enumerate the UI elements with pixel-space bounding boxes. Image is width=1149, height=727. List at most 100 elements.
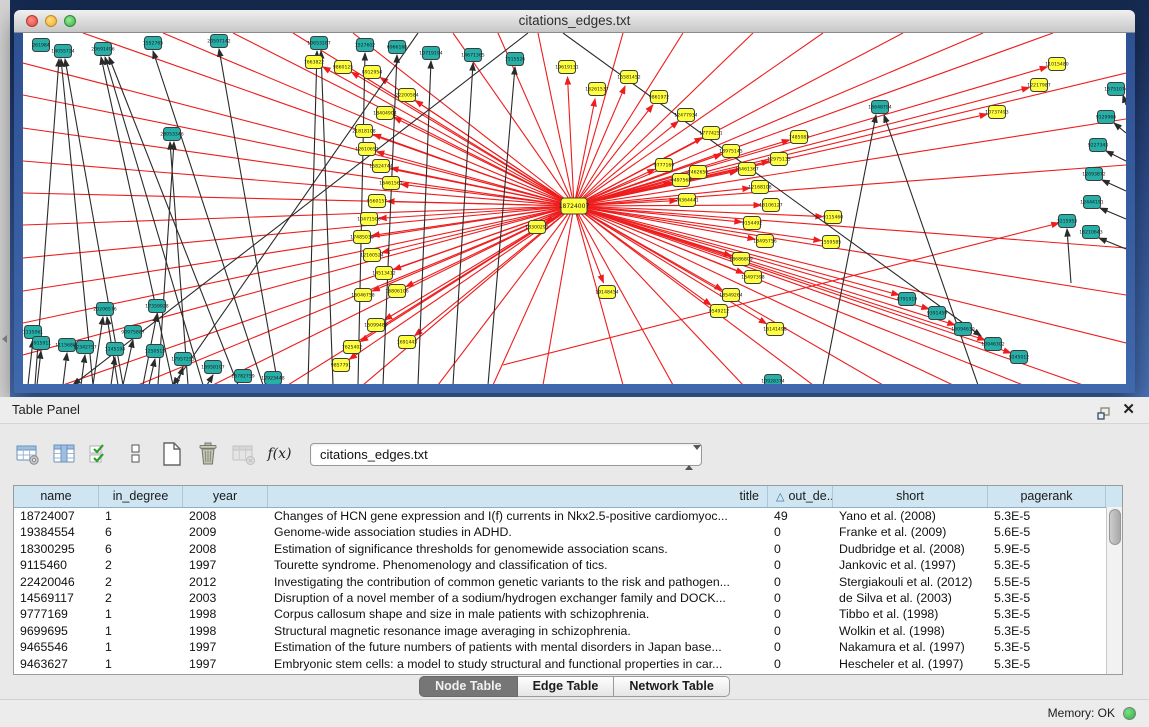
table-cell: 0 xyxy=(768,541,833,557)
graph-node-label: 3915911 xyxy=(31,341,52,347)
table-row[interactable]: 2242004622012Investigating the contribut… xyxy=(14,574,1122,590)
table-cell: Corpus callosum shape and size in male p… xyxy=(268,606,768,622)
citation-edge-black xyxy=(1102,180,1126,191)
graph-node-label: 9227343 xyxy=(1088,143,1109,149)
table-row[interactable]: 969969511998Structural magnetic resonanc… xyxy=(14,623,1122,639)
row-height-button[interactable] xyxy=(122,441,149,468)
table-row[interactable]: 1872400712008Changes of HCN gene express… xyxy=(14,508,1122,524)
table-row[interactable]: 911546021997Tourette syndrome. Phenomeno… xyxy=(14,557,1122,573)
zoom-traffic-light-icon[interactable] xyxy=(64,15,76,27)
graph-node-label: 17774251 xyxy=(699,131,722,137)
citation-edge-red xyxy=(574,206,1011,353)
table-panel-title: Table Panel xyxy=(12,402,80,417)
collapse-panel-arrow-icon[interactable] xyxy=(2,335,7,343)
table-select-dropdown[interactable]: citations_edges.txt xyxy=(310,443,702,466)
table-cell: 6 xyxy=(99,524,183,540)
table-header-row: name in_degree yeartitle△out_de...shortpag… xyxy=(14,486,1122,508)
graph-node-label: 15581452 xyxy=(617,75,640,81)
graph-node-label: 19148454 xyxy=(595,290,618,296)
create-column-button[interactable] xyxy=(158,441,185,468)
table-cell: 1 xyxy=(99,656,183,672)
graph-node-label: 12477934 xyxy=(674,113,697,119)
table-row[interactable]: 946554611997Estimation of the future num… xyxy=(14,639,1122,655)
network-graph-canvas[interactable]: 2619841405572420691406155276520597142106… xyxy=(23,33,1126,384)
table-row[interactable]: 1456911722003Disruption of a novel membe… xyxy=(14,590,1122,606)
network-window[interactable]: citations_edges.txt 26198414055724206914… xyxy=(14,10,1135,393)
graph-node-label: 17485038 xyxy=(350,235,373,241)
table-cell: 18300295 xyxy=(14,541,99,557)
show-columns-button[interactable] xyxy=(50,441,77,468)
column-header-pagerank[interactable]: pagerank xyxy=(988,486,1106,507)
table-mode-button[interactable] xyxy=(14,441,41,468)
table-body: 1872400712008Changes of HCN gene express… xyxy=(14,508,1122,672)
table-cell: 9465546 xyxy=(14,639,99,655)
table-row[interactable]: 977716911998Corpus callosum shape and si… xyxy=(14,606,1122,622)
table-scrollbar[interactable] xyxy=(1106,507,1122,674)
graph-node-label: 1527602 xyxy=(355,43,376,49)
column-header-title[interactable]: title xyxy=(268,486,768,507)
table-cell: 6 xyxy=(99,541,183,557)
graph-node-label: 10719194 xyxy=(419,51,442,57)
graph-node-label: 9549212 xyxy=(709,309,730,315)
table-cell: 1997 xyxy=(183,557,268,573)
float-window-icon[interactable] xyxy=(1097,403,1111,429)
graph-node-label: 9245012 xyxy=(1009,355,1030,361)
graph-node-label: 9391459 xyxy=(927,311,948,317)
tab-edge-table[interactable]: Edge Table xyxy=(518,676,615,697)
window-titlebar[interactable]: citations_edges.txt xyxy=(14,10,1135,33)
tab-network-table[interactable]: Network Table xyxy=(614,676,730,697)
table-cell: 1998 xyxy=(183,606,268,622)
graph-node-label: 12168108 xyxy=(748,185,771,191)
graph-node-label: 9497568 xyxy=(671,178,692,184)
graph-node-label: 20691406 xyxy=(91,47,114,53)
close-panel-icon[interactable]: ✕ xyxy=(1122,397,1135,423)
citation-edge-black xyxy=(1067,229,1071,283)
graph-node-label: 9115460 xyxy=(823,215,844,221)
function-builder-button[interactable]: f(x) xyxy=(266,441,293,468)
table-cell: 5.6E-5 xyxy=(988,524,1106,540)
table-cell: 5.5E-5 xyxy=(988,574,1106,590)
table-row[interactable]: 1830029562008Estimation of significance … xyxy=(14,541,1122,557)
citation-edge-red xyxy=(574,205,761,206)
delete-column-button[interactable] xyxy=(194,441,221,468)
table-row[interactable]: 946362711997Embryonic stem cells: a mode… xyxy=(14,656,1122,672)
scrollbar-thumb[interactable] xyxy=(1109,509,1121,545)
graph-node-label: 9560157 xyxy=(367,199,388,205)
graph-node-label: 12093872 xyxy=(1082,172,1105,178)
graph-node-label: 7485083 xyxy=(789,135,810,141)
table-cell: 49 xyxy=(768,508,833,524)
graph-node-label: 28053346 xyxy=(160,132,183,138)
column-header-short[interactable]: short xyxy=(833,486,988,507)
citation-edge-black xyxy=(111,357,115,384)
graph-node-label: 7625402 xyxy=(342,345,363,351)
graph-node-label: 12160524 xyxy=(360,253,383,259)
close-traffic-light-icon[interactable] xyxy=(26,15,38,27)
table-cell: de Silva et al. (2003) xyxy=(833,590,988,606)
graph-node-label: 21818108 xyxy=(352,129,375,135)
graph-node-label: 17359928 xyxy=(145,304,168,310)
column-header-label: in_degree xyxy=(113,489,169,503)
table-row[interactable]: 1938455462009Genome-wide association stu… xyxy=(14,524,1122,540)
citation-edge-red xyxy=(574,67,1047,206)
minimize-traffic-light-icon[interactable] xyxy=(45,15,57,27)
column-header-in_degree[interactable]: in_degree xyxy=(99,486,183,507)
column-header-name[interactable]: name xyxy=(14,486,99,507)
graph-node-label: 16046758 xyxy=(351,293,374,299)
graph-node-label: 12923448 xyxy=(261,376,284,382)
graph-node-label: 10737493 xyxy=(985,110,1008,116)
cytoscape-app: citations_edges.txt 26198414055724206914… xyxy=(0,0,1149,727)
graph-node-label: 3215953 xyxy=(1057,219,1078,225)
tab-node-table[interactable]: Node Table xyxy=(419,676,517,697)
select-rows-button[interactable] xyxy=(86,441,113,468)
graph-node-label: 16806106 xyxy=(385,289,408,295)
column-header-year[interactable]: year xyxy=(183,486,268,507)
graph-node-label: 19619131 xyxy=(555,65,578,71)
column-header-out_de[interactable]: △out_de... xyxy=(768,486,833,507)
table-cell: Structural magnetic resonance image aver… xyxy=(268,623,768,639)
fx-icon: f(x) xyxy=(267,446,291,462)
graph-node-label: 10471506 xyxy=(357,217,380,223)
graph-node-label: 9860125 xyxy=(333,65,354,71)
table-cell: Investigating the contribution of common… xyxy=(268,574,768,590)
table-cell: 18724007 xyxy=(14,508,99,524)
table-cell: 2009 xyxy=(183,524,268,540)
